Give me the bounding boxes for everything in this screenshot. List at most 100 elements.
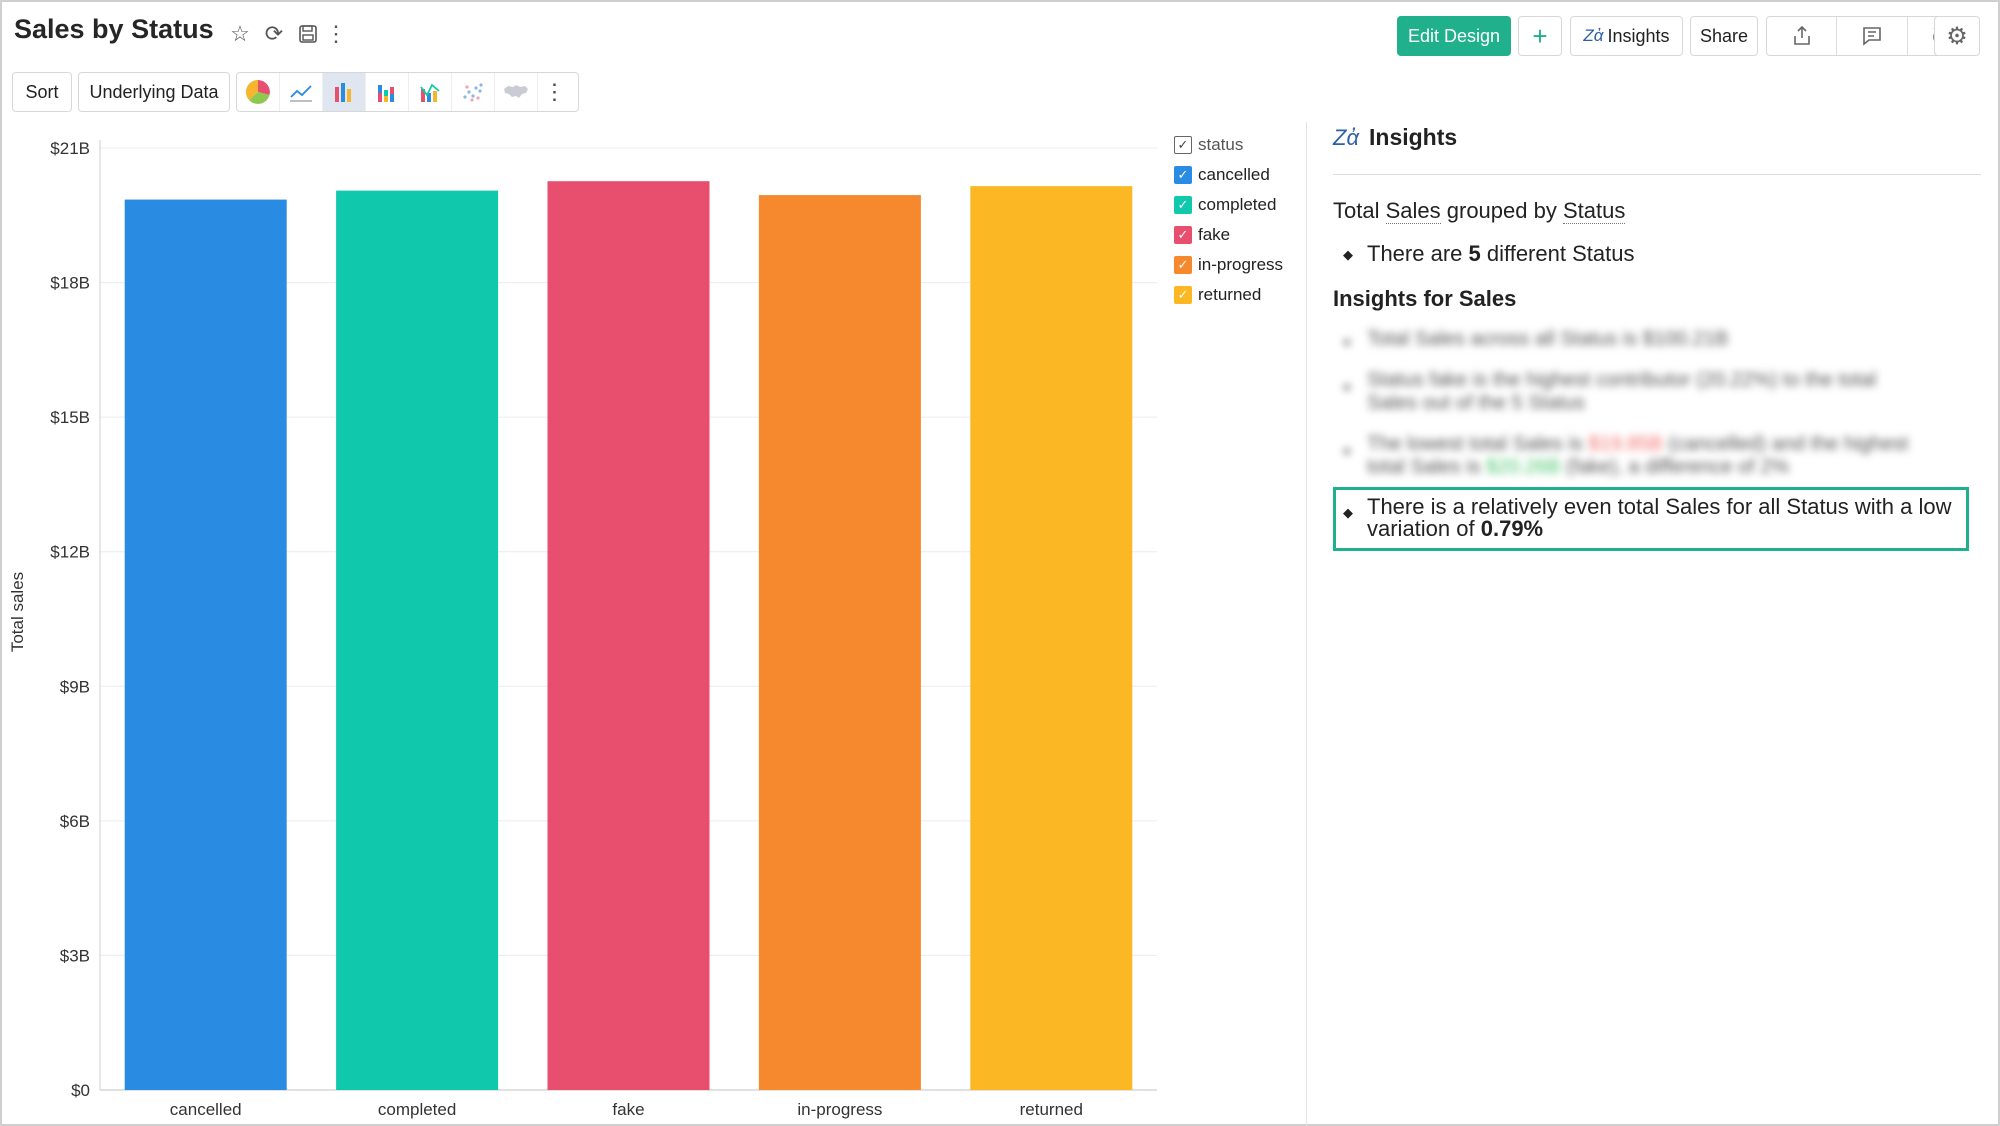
insights-summary: Total Sales grouped by Status: [1333, 198, 1626, 224]
refresh-icon[interactable]: ⟳: [260, 20, 288, 48]
insights-divider: [1333, 174, 1981, 175]
y-tick-label: $21B: [50, 139, 90, 158]
insights-section-title: Insights for Sales: [1333, 286, 1517, 311]
bullet-icon: ◆: [1343, 505, 1353, 520]
scatter-chart-icon[interactable]: [452, 73, 495, 111]
checkbox-icon: ✓: [1174, 166, 1192, 184]
panel-divider: [1306, 122, 1307, 1126]
settings-button[interactable]: ⚙: [1934, 16, 1980, 56]
checkbox-icon: ✓: [1174, 226, 1192, 244]
legend-label: fake: [1198, 225, 1231, 244]
star-icon[interactable]: ☆: [226, 20, 254, 48]
add-button[interactable]: +: [1518, 16, 1562, 56]
bullet-text: Status fake is the highest contributor (…: [1367, 369, 1877, 391]
legend-label: completed: [1198, 195, 1277, 214]
bar-returned: [970, 186, 1133, 1091]
legend-label: returned: [1198, 285, 1262, 304]
bullet-text: total Sales is: [1367, 456, 1486, 478]
y-tick-label: $3B: [60, 946, 90, 965]
legend-item-fake[interactable]: ✓ fake: [1174, 220, 1283, 250]
x-tick-label: completed: [378, 1100, 456, 1119]
bar-fake: [547, 181, 710, 1091]
y-axis-label: Total sales: [8, 571, 27, 653]
y-tick-label: $12B: [50, 543, 90, 562]
save-icon[interactable]: [294, 20, 322, 48]
summary-text: Total: [1333, 198, 1386, 223]
legend-item-completed[interactable]: ✓ completed: [1174, 190, 1283, 220]
bullet-icon: ●: [1343, 443, 1351, 458]
insights-button[interactable]: Zἀ Insights: [1570, 16, 1683, 56]
legend-header[interactable]: ✓ status: [1174, 130, 1283, 160]
y-tick-label: $15B: [50, 408, 90, 427]
bullet-text: (cancelled) and the highest: [1662, 433, 1909, 455]
checkbox-icon: ✓: [1174, 286, 1192, 304]
insights-icon: Zἀ: [1583, 26, 1604, 45]
checkbox-icon: ✓: [1174, 256, 1192, 274]
dimension-link[interactable]: Status: [1562, 198, 1626, 224]
x-tick-label: fake: [612, 1100, 644, 1119]
insights-icon: Zἀ: [1333, 124, 1359, 150]
more-vertical-icon[interactable]: ⋮: [322, 20, 350, 48]
insight-bullet-variation: ◆ There is a relatively even total Sales…: [1343, 496, 1952, 540]
bullet-icon: ●: [1343, 334, 1351, 349]
bar-completed: [336, 190, 499, 1091]
high-value: $20.26B: [1485, 456, 1561, 478]
bullet-text: Total Sales across all Status is $100.21…: [1367, 328, 1729, 350]
x-tick-label: in-progress: [797, 1100, 882, 1119]
edit-design-button[interactable]: Edit Design: [1397, 16, 1511, 56]
y-tick-label: $0: [71, 1081, 90, 1100]
count-value: 5: [1468, 241, 1481, 266]
insight-bullet-total: ● Total Sales across all Status is $100.…: [1343, 328, 1728, 351]
sort-button[interactable]: Sort: [12, 72, 72, 112]
insights-title: Insights: [1369, 124, 1458, 150]
low-value: $19.85B: [1588, 433, 1663, 455]
bar-in-progress: [758, 195, 921, 1091]
legend-label: cancelled: [1198, 165, 1270, 184]
pie-chart-icon[interactable]: [237, 73, 280, 111]
x-tick-label: returned: [1020, 1100, 1083, 1119]
legend-item-in-progress[interactable]: ✓ in-progress: [1174, 250, 1283, 280]
insights-header: Zἀ Insights: [1333, 124, 1457, 151]
chart-type-toolbar: ⋮: [236, 72, 579, 112]
bullet-text: variation of: [1367, 516, 1481, 541]
insights-button-label: Insights: [1607, 25, 1670, 46]
bullet-text: (fake), a difference of 2%: [1560, 456, 1790, 478]
map-chart-icon[interactable]: [495, 73, 538, 111]
chart-legend: ✓ status ✓ cancelled ✓ completed ✓ fake …: [1174, 130, 1283, 310]
summary-text: grouped by: [1440, 198, 1563, 223]
page-title: Sales by Status: [14, 14, 214, 44]
legend-item-returned[interactable]: ✓ returned: [1174, 280, 1283, 310]
bullet-text: The lowest total Sales is: [1367, 433, 1589, 455]
gear-icon: ⚙: [1946, 22, 1968, 50]
export-icon[interactable]: [1767, 17, 1838, 55]
y-tick-label: $18B: [50, 274, 90, 293]
checkbox-icon: ✓: [1174, 196, 1192, 214]
insight-bullet-range: ● The lowest total Sales is $19.85B (can…: [1343, 433, 1908, 479]
bar-cancelled: [124, 199, 287, 1091]
underlying-data-button[interactable]: Underlying Data: [78, 72, 230, 112]
legend-item-cancelled[interactable]: ✓ cancelled: [1174, 160, 1283, 190]
bullet-icon: ◆: [1343, 247, 1353, 262]
line-chart-icon[interactable]: [280, 73, 323, 111]
more-chart-types-icon[interactable]: ⋮: [538, 73, 571, 111]
bullet-text: Sales out of the 5 Status: [1367, 392, 1585, 414]
x-tick-label: cancelled: [170, 1100, 242, 1119]
combo-chart-icon[interactable]: [409, 73, 452, 111]
y-tick-label: $9B: [60, 677, 90, 696]
bullet-icon: ●: [1343, 379, 1351, 394]
legend-title: status: [1198, 135, 1244, 154]
share-button[interactable]: Share: [1690, 16, 1758, 56]
bar-chart-icon[interactable]: [323, 73, 366, 111]
sales-bar-chart: $0 $3B $6B $9B $12B $15B $18B $21B cancelled comp…: [50, 139, 1157, 1119]
measure-link[interactable]: Sales: [1385, 198, 1441, 224]
legend-label: in-progress: [1198, 255, 1284, 274]
insight-count-bullet: ◆ There are 5 different Status: [1343, 241, 1634, 267]
bullet-text: There are: [1367, 241, 1469, 266]
checkbox-icon: ✓: [1174, 136, 1192, 154]
bullet-text: different Status: [1480, 241, 1635, 266]
variation-value: 0.79%: [1480, 516, 1544, 541]
stacked-bar-icon[interactable]: [366, 73, 409, 111]
insight-bullet-highest: ● Status fake is the highest contributor…: [1343, 369, 1876, 415]
y-tick-label: $6B: [60, 812, 90, 831]
comment-icon[interactable]: [1837, 17, 1908, 55]
